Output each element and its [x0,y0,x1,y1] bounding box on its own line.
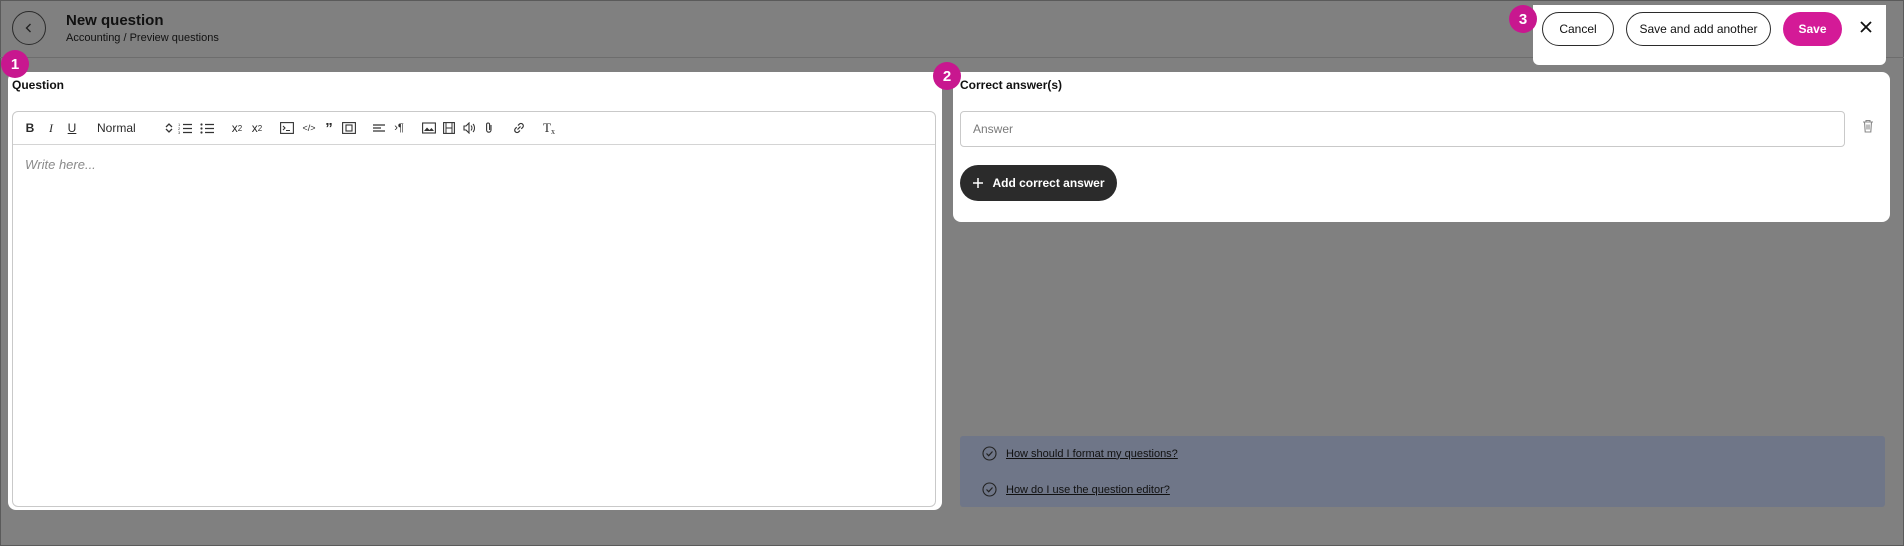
ordered-list-icon[interactable]: 123 [177,120,193,136]
help-link-editor[interactable]: How do I use the question editor? [982,482,1170,497]
page-title: New question [66,12,164,29]
inline-code-icon[interactable]: </> [301,120,317,136]
audio-icon[interactable] [461,120,477,136]
cancel-button[interactable]: Cancel [1542,12,1614,46]
delete-answer-icon[interactable] [1862,119,1874,138]
save-and-add-another-button[interactable]: Save and add another [1626,12,1771,46]
italic-button[interactable]: I [44,120,58,136]
plus-icon [973,178,984,188]
bold-button[interactable]: B [23,120,37,136]
svg-text:3: 3 [178,130,181,134]
subscript-icon[interactable]: x2 [229,120,245,136]
format-select[interactable]: Normal [97,120,173,136]
underline-button[interactable]: U [65,120,79,136]
add-correct-answer-label: Add correct answer [992,176,1105,190]
superscript-icon[interactable]: x2 [249,120,265,136]
answers-title: Correct answer(s) [960,78,1063,92]
format-select-value: Normal [97,121,136,135]
question-placeholder: Write here... [25,157,96,172]
add-correct-answer-button[interactable]: Add correct answer [960,165,1117,201]
check-circle-icon [982,446,997,461]
tour-badge-2: 2 [933,62,961,90]
back-button[interactable] [12,11,46,45]
answer-input[interactable] [960,111,1845,147]
align-icon[interactable] [371,120,387,136]
save-button[interactable]: Save [1783,12,1842,46]
attachment-icon[interactable] [481,120,497,136]
question-editor[interactable]: B I U Normal 123 x2 x2 </> ” ›¶ T x Writ… [12,111,936,507]
help-box: How should I format my questions? How do… [960,436,1885,507]
code-block-icon[interactable] [279,120,295,136]
breadcrumb: Accounting / Preview questions [66,32,219,44]
link-icon[interactable] [511,120,527,136]
chevron-left-icon [25,23,31,33]
help-link-format[interactable]: How should I format my questions? [982,446,1178,461]
blockquote-icon[interactable]: ” [321,120,337,137]
video-icon[interactable] [441,120,457,136]
help-link-editor-label: How do I use the question editor? [1006,483,1170,496]
bullet-list-icon[interactable] [199,120,215,136]
updown-icon [165,123,173,133]
tour-badge-1: 1 [1,50,29,78]
check-circle-icon [982,482,997,497]
clear-format-icon[interactable]: Tx [541,120,557,136]
editor-toolbar: B I U Normal 123 x2 x2 </> ” ›¶ T x [13,112,935,145]
image-icon[interactable] [421,120,437,136]
help-link-format-label: How should I format my questions? [1006,447,1178,460]
close-icon[interactable] [1859,20,1873,39]
text-direction-icon[interactable]: ›¶ [391,120,407,136]
formula-box-icon[interactable] [341,120,357,136]
tour-badge-3: 3 [1509,5,1537,33]
question-title: Question [12,78,65,92]
